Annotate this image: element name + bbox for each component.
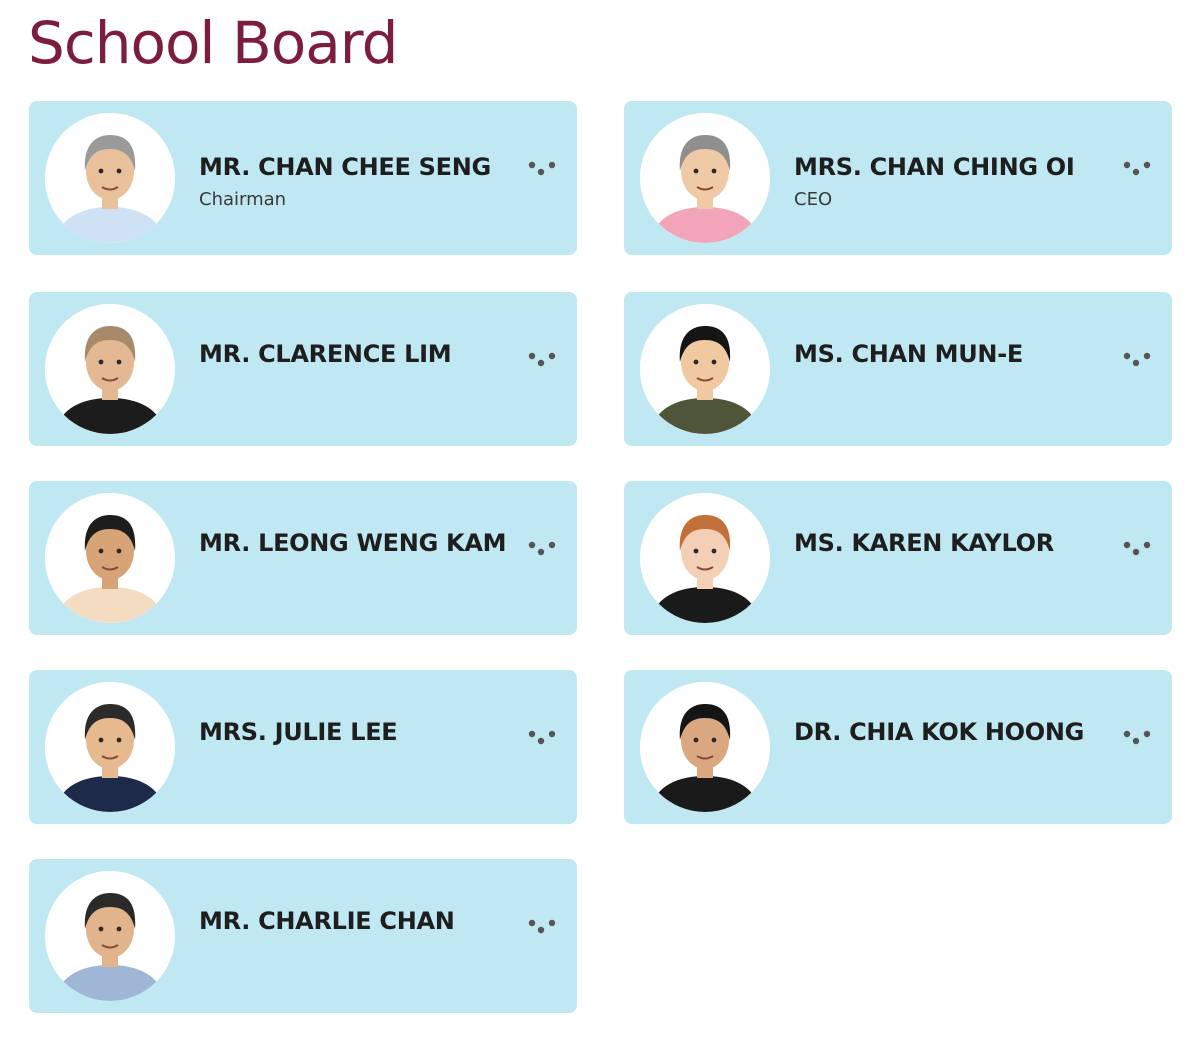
member-photo: [45, 113, 175, 243]
board-member-card[interactable]: MR. CHARLIE CHAN: [29, 859, 577, 1013]
member-name: MR. CHARLIE CHAN: [199, 907, 455, 935]
member-photo: [45, 493, 175, 623]
three-dots-icon[interactable]: [527, 539, 557, 559]
board-member-card[interactable]: MR. LEONG WENG KAM: [29, 481, 577, 635]
three-dots-icon[interactable]: [1122, 539, 1152, 559]
three-dots-icon[interactable]: [1122, 159, 1152, 179]
board-member-card[interactable]: MRS. JULIE LEE: [29, 670, 577, 824]
member-photo: [45, 304, 175, 434]
member-photo: [640, 304, 770, 434]
member-photo: [640, 493, 770, 623]
member-name: DR. CHIA KOK HOONG: [794, 718, 1085, 746]
member-photo: [45, 682, 175, 812]
three-dots-icon[interactable]: [527, 159, 557, 179]
three-dots-icon[interactable]: [527, 728, 557, 748]
three-dots-icon[interactable]: [527, 917, 557, 937]
member-photo: [45, 871, 175, 1001]
member-name: MR. LEONG WENG KAM: [199, 529, 507, 557]
member-name: MS. KAREN KAYLOR: [794, 529, 1054, 557]
board-member-card[interactable]: MS. KAREN KAYLOR: [624, 481, 1172, 635]
three-dots-icon[interactable]: [1122, 728, 1152, 748]
member-name: MRS. JULIE LEE: [199, 718, 398, 746]
member-name: MR. CLARENCE LIM: [199, 340, 452, 368]
member-name: MS. CHAN MUN-E: [794, 340, 1023, 368]
board-member-card[interactable]: DR. CHIA KOK HOONG: [624, 670, 1172, 824]
member-name: MRS. CHAN CHING OI: [794, 153, 1075, 181]
three-dots-icon[interactable]: [527, 350, 557, 370]
board-member-card[interactable]: MRS. CHAN CHING OI CEO: [624, 101, 1172, 255]
member-role: CEO: [794, 189, 833, 210]
member-photo: [640, 682, 770, 812]
board-member-card[interactable]: MS. CHAN MUN-E: [624, 292, 1172, 446]
board-member-card[interactable]: MR. CHAN CHEE SENG Chairman: [29, 101, 577, 255]
member-photo: [640, 113, 770, 243]
page-title: School Board: [28, 9, 398, 77]
board-member-card[interactable]: MR. CLARENCE LIM: [29, 292, 577, 446]
member-role: Chairman: [199, 189, 287, 210]
three-dots-icon[interactable]: [1122, 350, 1152, 370]
member-name: MR. CHAN CHEE SENG: [199, 153, 491, 181]
